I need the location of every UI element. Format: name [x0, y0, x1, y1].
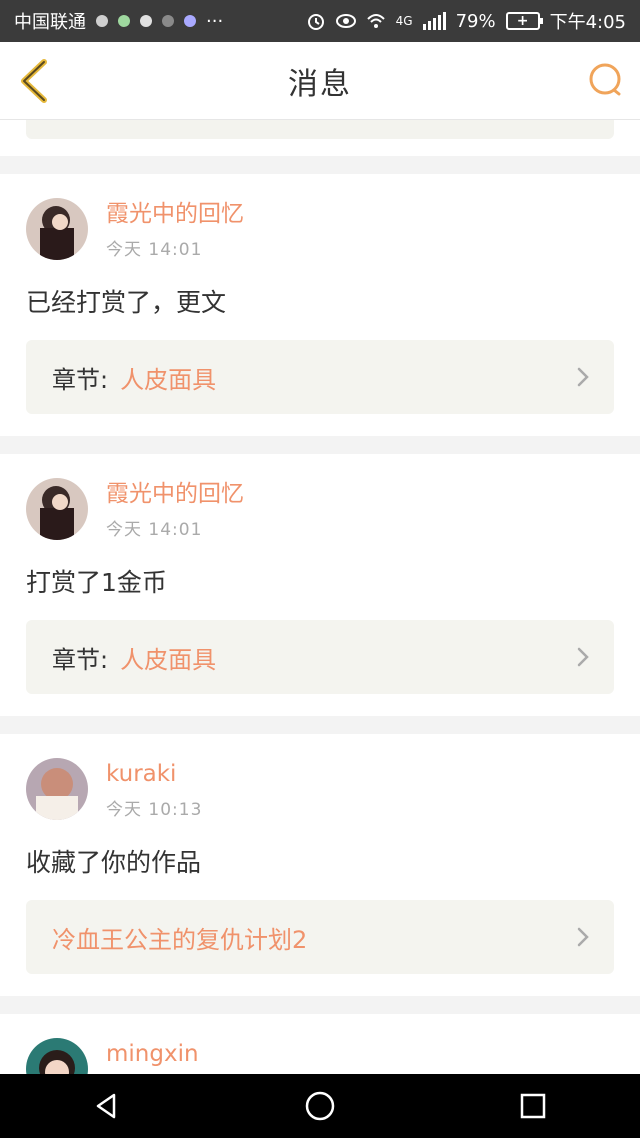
carrier-label: 中国联通	[14, 12, 86, 33]
search-icon[interactable]	[586, 60, 626, 100]
message-text: 收藏了你的作品	[26, 848, 202, 877]
circle-home-icon	[305, 1091, 335, 1121]
list-item: kuraki 今天 10:13 收藏了你的作品 冷血王公主的复仇计划2	[0, 734, 640, 996]
user-name[interactable]: kuraki	[106, 759, 202, 789]
square-recents-icon	[521, 1093, 546, 1119]
wifi-icon	[366, 14, 385, 28]
app-header: 消息	[0, 42, 640, 120]
user-name[interactable]: 霞光中的回忆	[106, 199, 244, 229]
message-text: 已经打赏了，更文	[26, 288, 227, 317]
message-list[interactable]: 霞光中的回忆 今天 14:01 已经打赏了，更文 章节: 人皮面具 霞光中的回忆…	[0, 120, 640, 1074]
nav-home-button[interactable]	[300, 1086, 340, 1126]
avatar[interactable]	[26, 478, 88, 540]
notification-icon	[96, 15, 108, 27]
notification-icon	[162, 15, 174, 27]
avatar[interactable]	[26, 198, 88, 260]
message-time: 今天 14:01	[106, 239, 203, 260]
avatar[interactable]	[26, 758, 88, 820]
chapter-link[interactable]: 章节: 人皮面具	[26, 620, 614, 694]
work-link[interactable]: 冷血王公主的复仇计划2	[26, 900, 614, 974]
message-text: 打赏了1金币	[26, 568, 167, 597]
clock: 下午4:05	[549, 12, 626, 33]
nav-recents-button[interactable]	[513, 1086, 553, 1126]
alarm-icon	[307, 14, 324, 30]
list-item: 霞光中的回忆 今天 14:01 打赏了1金币 章节: 人皮面具	[0, 454, 640, 716]
avatar[interactable]	[26, 1038, 88, 1074]
list-item: mingxin 今天	[0, 1014, 640, 1074]
list-item: 霞光中的回忆 今天 14:01 已经打赏了，更文 章节: 人皮面具	[0, 174, 640, 436]
list-item	[0, 120, 640, 156]
notification-icon	[184, 15, 196, 27]
notification-icon	[118, 15, 130, 27]
battery-percent: 79%	[455, 10, 496, 32]
chapter-title: 人皮面具	[120, 645, 217, 674]
chapter-link[interactable]: 章节: 人皮面具	[26, 340, 614, 414]
chapter-prefix: 章节:	[52, 365, 109, 394]
triangle-back-icon	[96, 1093, 115, 1119]
network-type: 4G	[395, 14, 413, 28]
chapter-box[interactable]	[26, 120, 614, 139]
battery-icon: +	[505, 12, 543, 30]
tiktok-icon	[140, 15, 152, 27]
system-nav-bar	[0, 1074, 640, 1138]
more-notifications-icon: ···	[206, 10, 224, 32]
status-bar: 中国联通 ··· 4G 79% + 下午4:05	[0, 0, 640, 42]
message-time: 今天 10:13	[106, 799, 203, 820]
chapter-prefix: 章节:	[52, 645, 109, 674]
chapter-title: 人皮面具	[120, 365, 217, 394]
chevron-right-icon	[577, 927, 589, 947]
chevron-right-icon	[577, 647, 589, 667]
back-icon[interactable]	[14, 58, 58, 104]
user-name[interactable]: mingxin	[106, 1039, 199, 1069]
page-title: 消息	[288, 66, 352, 102]
message-time: 今天 14:01	[106, 519, 203, 540]
signal-icon	[422, 12, 446, 30]
work-title: 冷血王公主的复仇计划2	[52, 925, 308, 954]
chevron-right-icon	[577, 367, 589, 387]
eye-icon	[335, 14, 356, 28]
user-name[interactable]: 霞光中的回忆	[106, 479, 244, 509]
nav-back-button[interactable]	[87, 1086, 127, 1126]
